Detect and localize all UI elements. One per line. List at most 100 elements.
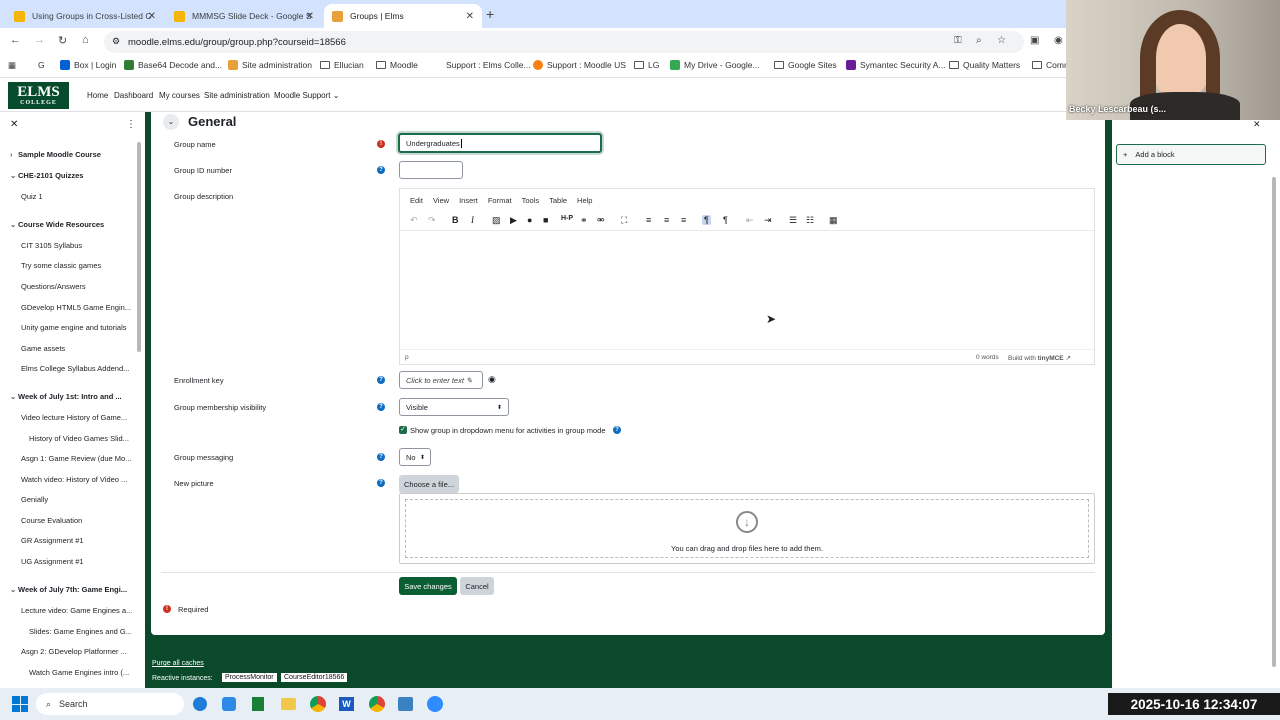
bookmark-star-icon[interactable]: ☆	[997, 35, 1006, 46]
choose-file-button[interactable]: Choose a file...	[399, 475, 459, 493]
windows-start-icon[interactable]	[12, 696, 28, 712]
reload-icon[interactable]: ↻	[58, 34, 67, 47]
bookmark-item[interactable]: Site administration	[228, 60, 312, 70]
course-index-item[interactable]: CIT 3105 Syllabus	[21, 241, 141, 250]
collapse-section-icon[interactable]: ⌄	[163, 114, 179, 130]
store-icon[interactable]	[222, 697, 236, 711]
course-index-item[interactable]: History of Video Games Slid...	[29, 434, 145, 443]
bookmark-folder[interactable]: LG	[634, 60, 659, 70]
file-explorer-icon[interactable]	[281, 698, 296, 710]
menu-format[interactable]: Format	[488, 196, 512, 205]
course-index-section[interactable]: › Sample Moodle Course	[10, 150, 130, 159]
course-index-item[interactable]: GDevelop HTML5 Game Engin...	[21, 303, 141, 312]
link-icon[interactable]: ⚭	[580, 215, 588, 226]
rtl-direction-icon[interactable]: ¶	[723, 215, 728, 225]
chevron-down-icon[interactable]: ⌄	[10, 392, 18, 401]
microphone-icon[interactable]: ●	[527, 215, 532, 225]
close-tab-icon[interactable]: ✕	[306, 11, 314, 22]
menu-edit[interactable]: Edit	[410, 196, 423, 205]
chrome-icon[interactable]	[369, 696, 385, 712]
cancel-button[interactable]: Cancel	[460, 577, 494, 595]
bold-icon[interactable]: B	[452, 215, 459, 225]
menu-help[interactable]: Help	[577, 196, 592, 205]
scrollbar[interactable]	[137, 142, 141, 352]
browser-tab[interactable]: MMMSG Slide Deck - Google S ✕	[166, 4, 322, 28]
help-icon[interactable]: ?	[613, 426, 621, 434]
menu-view[interactable]: View	[433, 196, 449, 205]
messaging-select[interactable]: No ⬍	[399, 448, 431, 466]
bookmark-folder[interactable]: Quality Matters	[949, 60, 1020, 70]
course-index-item[interactable]: Quiz 1	[21, 192, 141, 201]
align-center-icon[interactable]: ≡	[664, 215, 669, 225]
bookmark-folder[interactable]: Moodle	[376, 60, 418, 70]
chevron-right-icon[interactable]: ›	[10, 150, 18, 159]
word-icon[interactable]: W	[339, 697, 354, 711]
forward-icon[interactable]: →	[34, 34, 45, 46]
ltr-direction-icon[interactable]: ¶	[702, 215, 711, 225]
profile-icon[interactable]: ◉	[1054, 35, 1063, 46]
instance-button[interactable]: CourseEditor18566	[281, 673, 348, 682]
help-icon[interactable]: ?	[377, 376, 385, 384]
nav-dashboard[interactable]: Dashboard	[114, 91, 153, 100]
help-icon[interactable]: ?	[377, 403, 385, 411]
eye-icon[interactable]: ◉	[488, 374, 496, 385]
unlink-icon[interactable]: ⚮	[597, 215, 605, 226]
help-icon[interactable]: ?	[377, 479, 385, 487]
chevron-down-icon[interactable]: ⌄	[10, 220, 18, 229]
course-index-section[interactable]: ⌄ Week of July 1st: Intro and ...	[10, 392, 130, 401]
course-index-item[interactable]: Genially	[21, 495, 141, 504]
bookmark-item[interactable]: Base64 Decode and...	[124, 60, 222, 70]
course-index-item[interactable]: Unity game engine and tutorials	[21, 323, 141, 332]
close-tab-icon[interactable]: ✕	[148, 11, 156, 22]
bookmark-item[interactable]: Support : Elms Colle...	[432, 60, 531, 70]
outdent-icon[interactable]: ⇤	[746, 215, 754, 226]
save-changes-button[interactable]: Save changes	[399, 577, 457, 595]
copilot-icon[interactable]	[193, 697, 207, 711]
back-icon[interactable]: ←	[10, 34, 21, 46]
course-index-item[interactable]: UG Assignment #1	[21, 557, 141, 566]
menu-insert[interactable]: Insert	[459, 196, 478, 205]
bookmark-folder[interactable]: Ellucian	[320, 60, 364, 70]
apps-icon[interactable]: ▦	[8, 60, 16, 71]
editor-content-area[interactable]: ➤	[400, 231, 1094, 349]
element-path[interactable]: p	[405, 354, 409, 361]
indent-icon[interactable]: ⇥	[764, 215, 772, 226]
show-group-checkbox[interactable]: ✓	[399, 426, 407, 434]
bookmark-item[interactable]: Symantec Security A...	[846, 60, 946, 70]
word-count[interactable]: 0 words	[976, 354, 999, 361]
course-index-item[interactable]: GR Assignment #1	[21, 536, 141, 545]
video-camera-icon[interactable]: ■	[543, 215, 548, 225]
google-icon[interactable]: G	[38, 60, 45, 70]
group-id-input[interactable]	[399, 161, 463, 179]
taskbar-search[interactable]: ⌕ Search	[36, 693, 184, 715]
close-drawer-icon[interactable]: ✕	[10, 119, 18, 130]
enrollment-key-input[interactable]: Click to enter text ✎	[399, 371, 483, 389]
course-index-item[interactable]: Course Evaluation	[21, 516, 141, 525]
close-tab-icon[interactable]: ✕	[466, 11, 474, 22]
group-name-input[interactable]: Undergraduates	[398, 133, 602, 153]
course-index-item[interactable]: Game assets	[21, 344, 141, 353]
course-index-section[interactable]: ⌄ Course Wide Resources	[10, 220, 130, 229]
cast-icon[interactable]: ▣	[1030, 35, 1039, 46]
kebab-menu-icon[interactable]: ⋮	[126, 119, 136, 130]
chrome-icon[interactable]	[310, 696, 326, 712]
file-dropzone[interactable]: ↓ You can drag and drop files here to ad…	[399, 493, 1095, 564]
course-index-section[interactable]: ⌄ Week of July 7th: Game Engi...	[10, 585, 130, 594]
browser-tab[interactable]: Using Groups in Cross-Listed C ✕	[6, 4, 164, 28]
chevron-down-icon[interactable]: ⌄	[10, 585, 18, 594]
zoom-app-icon[interactable]	[427, 696, 443, 712]
nav-home[interactable]: Home	[87, 91, 108, 100]
course-index-item[interactable]: Try some classic games	[21, 261, 141, 270]
image-icon[interactable]: ▨	[492, 215, 501, 226]
course-index-item[interactable]: Watch video: History of Video ...	[21, 475, 141, 484]
menu-table[interactable]: Table	[549, 196, 567, 205]
snipping-tool-icon[interactable]	[398, 697, 413, 711]
visibility-select[interactable]: Visible ⬍	[399, 398, 509, 416]
course-index-item[interactable]: Lecture video: Game Engines a...	[21, 606, 141, 615]
tinymce-brand[interactable]: Build with tinyMCE ↗	[1008, 354, 1071, 362]
course-index-item[interactable]: Elms College Syllabus Addend...	[21, 364, 141, 373]
scrollbar[interactable]	[1272, 177, 1276, 667]
home-icon[interactable]: ⌂	[82, 34, 89, 46]
notepad-icon[interactable]	[252, 697, 264, 711]
help-icon[interactable]: ?	[377, 166, 385, 174]
